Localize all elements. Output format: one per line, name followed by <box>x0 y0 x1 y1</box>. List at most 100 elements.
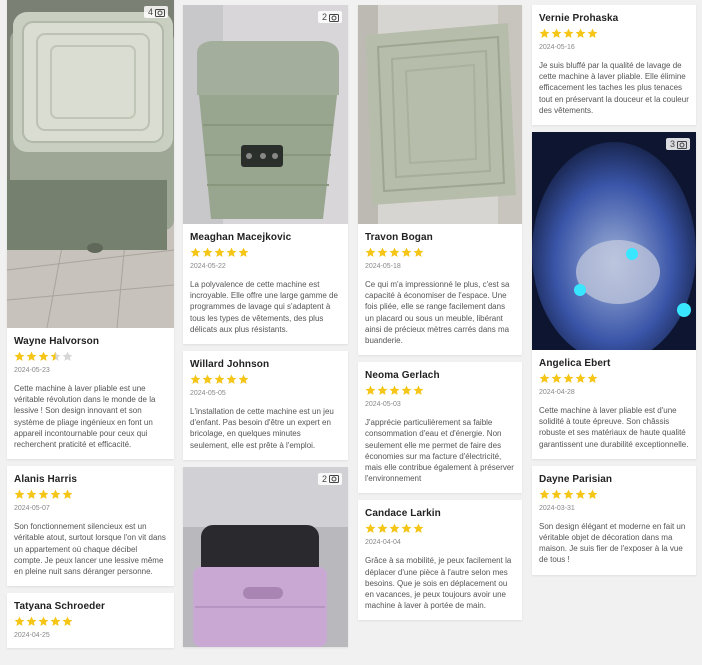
star-icon <box>226 374 237 384</box>
star-rating <box>14 616 167 627</box>
review-photo[interactable]: 2 <box>183 466 348 647</box>
review-date: 2024-05-22 <box>190 263 226 270</box>
washing-machine-image <box>7 0 174 328</box>
washing-machine-image <box>358 5 522 224</box>
reviewer-name: Willard Johnson <box>190 359 270 371</box>
camera-icon <box>329 475 339 484</box>
review-card[interactable]: 4 Wayne Halvorson 2024-05-23 Cette machi… <box>7 0 174 460</box>
photo-count: 2 <box>321 473 327 484</box>
star-icon <box>551 373 562 383</box>
review-text: Cette machine à laver pliable est d'une … <box>539 406 689 449</box>
star-icon <box>26 489 37 500</box>
star-icon <box>38 489 49 500</box>
review-text: Grâce à sa mobilité, je peux facilement … <box>365 556 512 611</box>
review-date: 2024-04-04 <box>365 539 401 547</box>
photo-count-badge: 2 <box>317 11 342 23</box>
star-icon <box>401 247 412 257</box>
review-card[interactable]: Tatyana Schroeder 2024-04-25 <box>7 593 174 649</box>
star-icon <box>62 351 73 361</box>
review-photo[interactable]: 2 <box>183 5 348 224</box>
washing-machine-image <box>183 5 348 224</box>
photo-count: 2 <box>321 12 327 22</box>
star-icon <box>551 489 562 499</box>
review-date: 2024-05-23 <box>14 367 50 374</box>
review-card[interactable]: Alanis Harris 2024-05-07 Son fonctionnem… <box>7 466 174 587</box>
star-icon <box>551 28 562 38</box>
review-text: Son design élégant et moderne en fait un… <box>539 521 686 565</box>
star-icon <box>377 385 388 396</box>
star-icon <box>413 523 424 534</box>
star-icon <box>238 247 249 257</box>
star-icon <box>38 616 49 627</box>
star-rating <box>539 373 689 384</box>
review-photo[interactable]: 3 <box>532 132 696 351</box>
star-icon <box>539 373 550 383</box>
reviewer-name: Neoma Gerlach <box>365 370 440 382</box>
star-icon <box>50 616 61 627</box>
review-card[interactable]: Dayne Parisian 2024-03-31 Son design élé… <box>532 465 696 575</box>
star-icon <box>575 28 586 38</box>
reviewer-name: Meaghan Macejkovic <box>190 232 292 243</box>
star-rating <box>14 351 167 362</box>
star-icon <box>38 351 49 361</box>
review-card[interactable]: Neoma Gerlach 2024-05-03 J'apprécie part… <box>358 362 522 494</box>
washing-machine-image <box>183 466 348 647</box>
reviewer-name: Angelica Ebert <box>539 358 611 370</box>
review-date: 2024-05-03 <box>365 401 401 409</box>
review-card[interactable]: 3 Angelica Ebert 2024-04-28 Cette machin… <box>532 132 696 459</box>
star-icon <box>214 374 225 384</box>
reviewer-name: Vernie Prohaska <box>539 13 619 24</box>
star-icon <box>14 351 25 361</box>
review-date: 2024-05-07 <box>14 505 50 513</box>
review-card[interactable]: Vernie Prohaska 2024-05-16 Je suis bluff… <box>532 5 696 126</box>
star-icon <box>190 374 201 384</box>
review-text: L'installation de cette machine est un j… <box>190 407 334 450</box>
review-date: 2024-03-31 <box>539 504 575 512</box>
review-column-1: 4 Wayne Halvorson 2024-05-23 Cette machi… <box>7 0 174 655</box>
photo-count-badge: 2 <box>317 472 342 485</box>
star-icon <box>365 247 376 257</box>
star-icon <box>539 489 550 499</box>
review-card[interactable]: 2 <box>183 466 348 647</box>
star-rating <box>365 385 515 396</box>
star-icon <box>190 247 201 257</box>
review-column-2: 2 Meaghan Macejkovic 2024-05-22 La polyv… <box>183 5 348 654</box>
star-icon <box>587 373 598 383</box>
star-rating <box>190 247 341 258</box>
star-rating <box>14 489 167 500</box>
review-card[interactable]: Candace Larkin 2024-04-04 Grâce à sa mob… <box>358 500 522 621</box>
star-icon <box>50 489 61 500</box>
star-icon <box>14 489 25 500</box>
review-column-3: Travon Bogan 2024-05-18 Ce qui m'a impre… <box>358 5 522 627</box>
photo-count-badge: 3 <box>665 138 690 151</box>
review-card[interactable]: Willard Johnson 2024-05-05 L'installatio… <box>183 351 348 460</box>
camera-icon <box>329 13 339 22</box>
star-icon <box>14 616 25 627</box>
star-icon <box>26 351 37 361</box>
star-icon <box>587 28 598 38</box>
camera-icon <box>677 140 687 149</box>
review-photo[interactable] <box>358 5 522 224</box>
star-icon <box>413 385 424 396</box>
star-rating <box>365 523 515 534</box>
star-icon <box>62 489 73 500</box>
star-icon <box>401 523 412 534</box>
star-icon <box>377 523 388 534</box>
star-icon <box>539 28 550 38</box>
star-icon <box>389 385 400 396</box>
reviewer-name: Alanis Harris <box>14 474 77 486</box>
star-icon <box>26 616 37 627</box>
review-card[interactable]: 2 Meaghan Macejkovic 2024-05-22 La polyv… <box>183 5 348 345</box>
review-text: Je suis bluffé par la qualité de lavage … <box>539 61 689 115</box>
review-text: J'apprécie particulièrement sa faible co… <box>365 418 514 484</box>
star-icon <box>563 28 574 38</box>
review-date: 2024-05-05 <box>190 390 226 398</box>
star-icon <box>202 374 213 384</box>
review-photo[interactable]: 4 <box>7 0 174 328</box>
star-icon <box>563 489 574 499</box>
star-rating <box>539 489 689 500</box>
star-icon <box>575 373 586 383</box>
review-card[interactable]: Travon Bogan 2024-05-18 Ce qui m'a impre… <box>358 5 522 356</box>
star-icon <box>226 247 237 257</box>
star-icon <box>238 374 249 384</box>
